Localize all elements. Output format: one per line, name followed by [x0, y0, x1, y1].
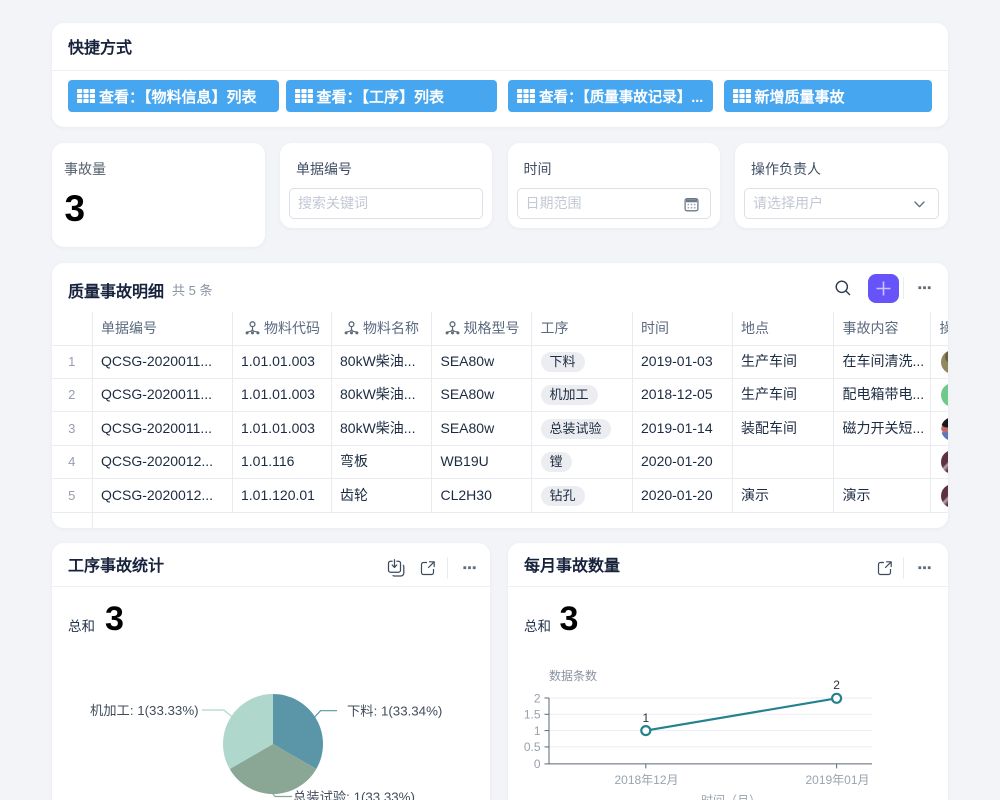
svg-text:1.5: 1.5 [524, 708, 541, 722]
svg-text:0: 0 [534, 757, 541, 771]
svg-text:0.5: 0.5 [524, 740, 541, 754]
svg-text:2019年01月: 2019年01月 [805, 773, 869, 787]
svg-text:1: 1 [642, 711, 649, 725]
svg-text:2018年12月: 2018年12月 [614, 773, 678, 787]
svg-text:下料: 1(33.34%): 下料: 1(33.34%) [347, 703, 442, 718]
svg-text:时间（月）: 时间（月） [701, 794, 761, 800]
svg-text:2: 2 [833, 678, 840, 692]
svg-text:数据条数: 数据条数 [549, 668, 597, 683]
svg-text:总装试验: 1(33.33%): 总装试验: 1(33.33%) [293, 789, 415, 800]
svg-text:机加工: 1(33.33%): 机加工: 1(33.33%) [90, 703, 199, 718]
svg-text:1: 1 [534, 724, 541, 738]
svg-text:2: 2 [534, 691, 541, 705]
